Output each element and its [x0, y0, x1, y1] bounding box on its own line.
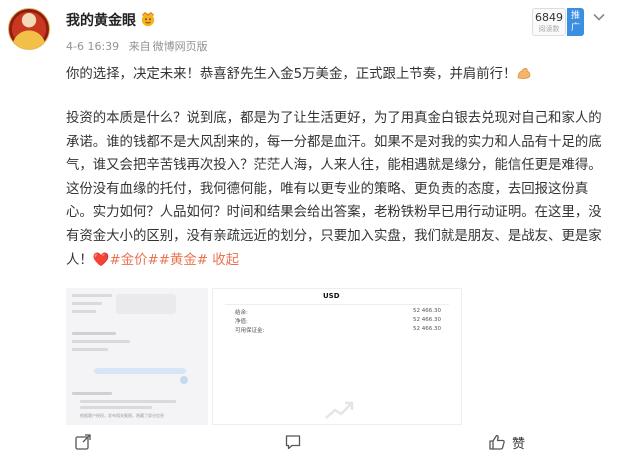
comment-icon	[285, 435, 301, 450]
post-date[interactable]: 4-6 16:39	[66, 40, 119, 53]
chevron-down-icon[interactable]	[592, 10, 606, 24]
balance-row-value: 52 466.30	[413, 326, 441, 332]
topic-gold-price[interactable]: #金价#	[109, 253, 158, 268]
comment-button[interactable]	[284, 432, 308, 452]
author-avatar[interactable]	[8, 8, 50, 50]
post-source: 微博网页版	[152, 40, 208, 53]
flexed-biceps-icon	[518, 68, 531, 79]
balance-currency: USD	[323, 292, 340, 300]
post-line1: 你的选择，决定未来！恭喜舒先生入金5万美金，正式跟上节奏，并肩前行！	[66, 67, 517, 82]
balance-divider	[225, 304, 449, 305]
post-images: 根据客户授权，发布相关截图，隐藏了部分信息 USD 结余: 52 466.30 …	[66, 288, 609, 425]
share-icon	[75, 434, 91, 450]
view-count-label: 阅读数	[538, 25, 560, 33]
balance-row: 可用保证金: 52 466.30	[235, 326, 441, 334]
author-name[interactable]: 我的黄金眼	[66, 13, 136, 29]
view-count-box: 6849 阅读数	[532, 8, 566, 36]
post-body: 投资的本质是什么？说到底，都是为了让生活更好，为了用真金白银去兑现对自己和家人的…	[66, 111, 602, 268]
post-meta: 4-6 16:39 来自 微博网页版	[66, 38, 214, 54]
heart-emoji: ❤️	[92, 252, 110, 268]
like-label: 赞	[512, 436, 526, 452]
post-text-intro: 你的选择，决定未来！恭喜舒先生入金5万美金，正式跟上节奏，并肩前行！	[66, 64, 611, 85]
balance-row-label: 可用保证金:	[235, 328, 265, 334]
image1-footer-text: 根据客户授权，发布相关截图，隐藏了部分信息	[80, 413, 164, 418]
source-prefix: 来自	[128, 40, 151, 53]
share-button[interactable]	[74, 432, 98, 452]
balance-row-label: 结余:	[235, 310, 248, 316]
post-action-bar: 赞	[0, 429, 620, 457]
promote-button[interactable]: 推广	[567, 8, 584, 36]
post-text-body: 投资的本质是什么？说到底，都是为了让生活更好，为了用真金白银去兑现对自己和家人的…	[66, 107, 611, 272]
balance-row: 净值: 52 466.30	[235, 317, 441, 325]
weibo-post-card: 我的黄金眼 4-6 16:39 来自 微博网页版 6849 阅读数 推广 你的选择…	[0, 0, 620, 459]
chat-screenshot-image[interactable]: 根据客户授权，发布相关截图，隐藏了部分信息	[66, 288, 208, 425]
balance-row: 结余: 52 466.30	[235, 308, 441, 316]
collapse-link[interactable]: 收起	[212, 253, 239, 268]
gold-fan-badge-icon	[141, 12, 155, 27]
author-name-row: 我的黄金眼	[66, 10, 156, 30]
view-count: 6849	[535, 11, 563, 24]
balance-row-value: 52 466.30	[413, 317, 441, 323]
account-balance-image[interactable]: USD 结余: 52 466.30 净值: 52 466.30 可用保证金: 5…	[212, 288, 462, 425]
like-button[interactable]: 赞	[488, 432, 525, 452]
topic-gold[interactable]: #黄金#	[159, 253, 208, 268]
balance-row-value: 52 466.30	[413, 308, 441, 314]
trend-chart-icon	[325, 401, 354, 419]
balance-row-label: 净值:	[235, 319, 248, 325]
thumbs-up-icon	[489, 434, 505, 450]
